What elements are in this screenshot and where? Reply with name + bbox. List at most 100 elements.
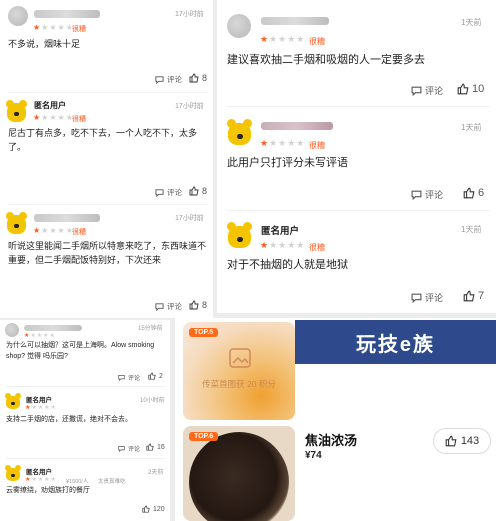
thumbs-up-icon bbox=[463, 187, 475, 199]
anonymous-avatar-icon[interactable] bbox=[4, 392, 22, 410]
comment-button[interactable]: 评论 bbox=[155, 187, 182, 198]
like-button[interactable]: 10 bbox=[457, 83, 484, 95]
comment-label: 评论 bbox=[167, 75, 182, 84]
comment-icon bbox=[411, 86, 422, 96]
review-text: 此用户只打评分未写评语 bbox=[227, 157, 348, 169]
dish-name[interactable]: 焦油浓汤 bbox=[305, 430, 357, 449]
avatar[interactable] bbox=[5, 323, 19, 337]
star-rating: ★★★★★ bbox=[260, 138, 306, 148]
review-text: 为什么可以抽烟？这可是上海啊。Alow smoking shop? 觉得 吗乐园… bbox=[6, 342, 155, 360]
rating-label: 很糟 bbox=[309, 141, 325, 150]
rating-label: 很糟 bbox=[309, 37, 325, 46]
star-rating: ★★★★★ bbox=[25, 405, 57, 411]
like-count: 16 bbox=[157, 443, 165, 451]
dish-photo-card[interactable]: TOP.5 传菜首图获 20 积分 bbox=[183, 322, 295, 420]
comment-icon bbox=[411, 293, 422, 303]
review-panel-left-top: 17小时前 ★★★★★ 很糟 不多说，烟味十足 评论 8 匿名用户 17小时前 … bbox=[0, 0, 213, 318]
comment-icon bbox=[118, 375, 125, 381]
star-rating: ★★★★★ bbox=[260, 34, 306, 44]
comment-icon bbox=[155, 189, 164, 197]
like-button[interactable]: 8 bbox=[189, 73, 207, 83]
review-text: 尼古丁有点多，吃不下去，一个人吃不下，太多了。 bbox=[8, 128, 198, 152]
anonymous-avatar-icon[interactable] bbox=[4, 210, 30, 236]
dish-panel-right-bottom: TOP.5 传菜首图获 20 积分 玩技e族 TOP.6 焦油浓汤 ¥74 14… bbox=[175, 318, 496, 521]
like-count: 10 bbox=[472, 83, 485, 95]
comment-icon bbox=[155, 76, 164, 84]
comment-button[interactable]: 评论 bbox=[118, 373, 140, 382]
username[interactable]: 匿名用户 bbox=[261, 223, 299, 237]
review-time: 15分钟前 bbox=[138, 326, 163, 332]
rank-badge: TOP.5 bbox=[189, 328, 219, 337]
divider bbox=[6, 458, 164, 459]
divider bbox=[6, 386, 164, 387]
like-button[interactable]: 8 bbox=[189, 186, 207, 196]
like-count: 8 bbox=[202, 186, 208, 196]
like-button[interactable]: 143 bbox=[433, 428, 491, 454]
review-text: 建议喜欢抽二手烟和吸烟的人一定要多去 bbox=[227, 54, 425, 66]
comment-label: 评论 bbox=[425, 293, 444, 303]
like-count: 8 bbox=[202, 300, 208, 310]
review-time: 1天前 bbox=[461, 225, 482, 234]
divider bbox=[8, 92, 208, 93]
review-text: 对于不抽烟的人就是地狱 bbox=[227, 259, 348, 271]
thumbs-up-icon bbox=[463, 290, 475, 302]
comment-button[interactable]: 评论 bbox=[155, 74, 182, 85]
thumbs-up-icon bbox=[146, 443, 154, 451]
like-count: 8 bbox=[202, 73, 208, 83]
username[interactable]: 匿名用户 bbox=[26, 394, 52, 404]
star-rating: ★★★★★ bbox=[25, 477, 57, 483]
star-rating: ★★★★★ bbox=[260, 240, 306, 250]
divider bbox=[227, 106, 489, 107]
thumbs-up-icon bbox=[148, 372, 156, 380]
like-button[interactable]: 7 bbox=[463, 290, 484, 302]
avatar[interactable] bbox=[227, 14, 251, 38]
review-text: 不多说，烟味十足 bbox=[8, 39, 81, 49]
star-rating: ★★★★★ bbox=[33, 226, 74, 235]
price-per-person: ¥1000/人 bbox=[66, 479, 89, 485]
like-button[interactable]: 6 bbox=[463, 187, 484, 199]
review-time: 17小时前 bbox=[175, 103, 204, 110]
like-button[interactable]: 120 bbox=[142, 505, 165, 513]
review-time: 17小时前 bbox=[175, 215, 204, 222]
comment-label: 评论 bbox=[128, 376, 141, 382]
anonymous-avatar-icon[interactable] bbox=[225, 220, 255, 250]
comment-button[interactable]: 评论 bbox=[411, 188, 443, 201]
dish-photo[interactable]: TOP.6 bbox=[183, 426, 295, 521]
like-count: 143 bbox=[460, 435, 480, 447]
username-hidden bbox=[34, 10, 100, 18]
comment-button[interactable]: 评论 bbox=[155, 301, 182, 312]
like-count: 120 bbox=[153, 505, 165, 513]
review-text: 云雾缭绕，劝烟族打的餐厅 bbox=[6, 487, 90, 494]
thumbs-up-icon bbox=[189, 186, 199, 196]
review-time: 17小时前 bbox=[175, 11, 204, 18]
username[interactable]: 匿名用户 bbox=[34, 100, 66, 111]
username[interactable]: 匿名用户 bbox=[26, 466, 52, 476]
like-button[interactable]: 2 bbox=[148, 372, 163, 380]
thumbs-up-icon bbox=[189, 300, 199, 310]
star-rating: ★★★★★ bbox=[33, 113, 74, 122]
review-time: 1天前 bbox=[461, 18, 482, 27]
comment-button[interactable]: 评论 bbox=[118, 444, 140, 453]
review-panel-left-bottom: 15分钟前 ★★★★★ 为什么可以抽烟？这可是上海啊。Alow smoking … bbox=[0, 320, 170, 521]
comment-button[interactable]: 评论 bbox=[411, 84, 443, 97]
username-hidden bbox=[261, 122, 333, 130]
like-button[interactable]: 8 bbox=[189, 300, 207, 310]
like-button[interactable]: 16 bbox=[146, 443, 165, 451]
rating-label: 很糟 bbox=[72, 229, 86, 236]
anonymous-avatar-icon[interactable] bbox=[4, 98, 30, 124]
comment-button[interactable]: 评论 bbox=[411, 291, 443, 304]
comment-label: 评论 bbox=[167, 302, 182, 311]
username-hidden bbox=[261, 17, 329, 25]
anonymous-avatar-icon[interactable] bbox=[4, 464, 22, 482]
anonymous-avatar-icon[interactable] bbox=[225, 117, 255, 147]
comment-label: 评论 bbox=[128, 447, 141, 453]
username-hidden bbox=[34, 214, 100, 222]
like-count: 7 bbox=[478, 290, 485, 302]
dish-price: ¥74 bbox=[305, 450, 322, 461]
thumbs-up-icon bbox=[457, 83, 469, 95]
divider bbox=[227, 210, 489, 211]
comment-icon bbox=[118, 446, 125, 452]
avatar[interactable] bbox=[8, 6, 28, 26]
review-time: 2天前 bbox=[148, 470, 164, 476]
thumbs-up-icon bbox=[189, 73, 199, 83]
